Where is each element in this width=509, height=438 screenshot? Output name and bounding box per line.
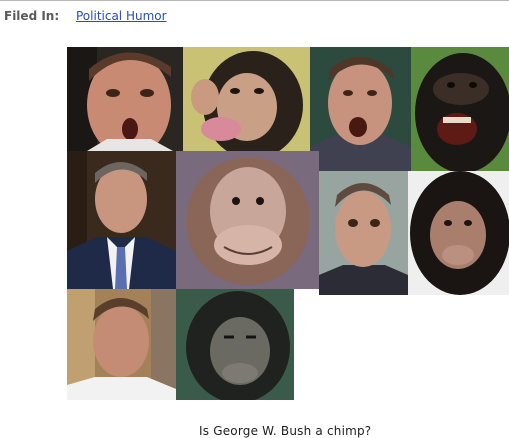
collage-photo-1 [67, 47, 183, 151]
collage-photo-7 [319, 171, 408, 295]
top-divider [0, 0, 509, 1]
collage-photo-8 [408, 171, 509, 295]
collage-photo-3 [310, 47, 411, 171]
collage-photo-9 [67, 289, 176, 400]
filed-in-label: Filed In: [4, 9, 60, 23]
collage-photo-5 [67, 151, 176, 289]
collage-photo-10 [176, 289, 294, 400]
collage-caption: Is George W. Bush a chimp? [199, 424, 372, 438]
collage-photo-6 [176, 151, 319, 289]
collage-photo-4 [411, 47, 509, 171]
category-link[interactable]: Political Humor [76, 9, 167, 23]
collage-photo-2 [183, 47, 310, 151]
